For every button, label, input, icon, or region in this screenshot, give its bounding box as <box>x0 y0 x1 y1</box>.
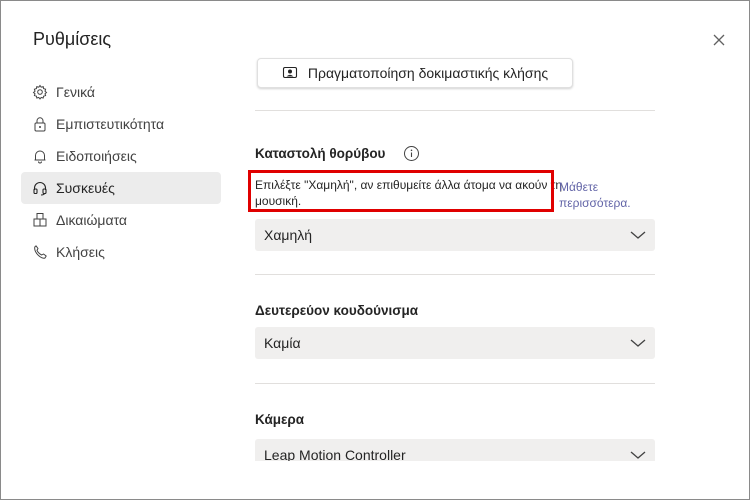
divider <box>255 383 655 384</box>
bell-icon <box>32 148 48 164</box>
divider <box>255 110 655 111</box>
headset-icon <box>32 180 48 196</box>
test-call-icon <box>282 65 298 81</box>
divider <box>255 274 655 275</box>
sidebar-item-privacy[interactable]: Εμπιστευτικότητα <box>21 108 221 140</box>
chevron-down-icon <box>629 448 647 461</box>
gear-icon <box>32 84 48 100</box>
sidebar-item-label: Γενικά <box>56 84 95 100</box>
lock-icon <box>32 116 48 132</box>
secondary-ringer-title: Δευτερεύον κουδούνισμα <box>255 303 419 318</box>
dropdown-value: Χαμηλή <box>264 227 313 243</box>
phone-icon <box>32 244 48 260</box>
sidebar-item-label: Κλήσεις <box>56 244 105 260</box>
sidebar-item-permissions[interactable]: Δικαιώματα <box>21 204 221 236</box>
grid-icon <box>32 212 48 228</box>
camera-dropdown[interactable]: Leap Motion Controller <box>255 439 655 461</box>
noise-suppression-dropdown[interactable]: Χαμηλή <box>255 219 655 251</box>
sidebar-item-general[interactable]: Γενικά <box>21 76 221 108</box>
devices-panel: Πραγματοποίηση δοκιμαστικής κλήσης Κατασ… <box>255 51 655 461</box>
chevron-down-icon <box>629 228 647 242</box>
close-icon[interactable] <box>707 28 731 52</box>
settings-dialog: Ρυθμίσεις Γενικά Εμπιστευτικότητα Ειδοπο… <box>0 0 750 500</box>
sidebar-item-notifications[interactable]: Ειδοποιήσεις <box>21 140 221 172</box>
camera-title: Κάμερα <box>255 412 305 427</box>
sidebar-item-devices[interactable]: Συσκευές <box>21 172 221 204</box>
learn-more-link[interactable]: Μάθετε περισσότερα. <box>559 179 655 211</box>
sidebar-item-label: Δικαιώματα <box>56 212 128 228</box>
chevron-down-icon <box>629 336 647 350</box>
sidebar-item-label: Εμπιστευτικότητα <box>56 116 165 132</box>
settings-sidebar: Γενικά Εμπιστευτικότητα Ειδοποιήσεις Συσ… <box>21 76 221 268</box>
noise-suppression-title: Καταστολή θορύβου <box>255 146 386 161</box>
noise-suppression-description: Επιλέξτε "Χαμηλή", αν επιθυμείτε άλλα άτ… <box>255 178 563 208</box>
test-call-label: Πραγματοποίηση δοκιμαστικής κλήσης <box>307 65 549 81</box>
info-icon[interactable] <box>403 145 420 162</box>
sidebar-item-label: Συσκευές <box>56 180 115 196</box>
dialog-title: Ρυθμίσεις <box>33 29 112 49</box>
learn-more-label: Μάθετε περισσότερα. <box>559 180 631 210</box>
dropdown-value: Καμία <box>264 335 301 351</box>
dropdown-value: Leap Motion Controller <box>264 447 406 461</box>
sidebar-item-calls[interactable]: Κλήσεις <box>21 236 221 268</box>
sidebar-item-label: Ειδοποιήσεις <box>56 148 137 164</box>
test-call-button[interactable]: Πραγματοποίηση δοκιμαστικής κλήσης <box>257 58 573 88</box>
secondary-ringer-dropdown[interactable]: Καμία <box>255 327 655 359</box>
